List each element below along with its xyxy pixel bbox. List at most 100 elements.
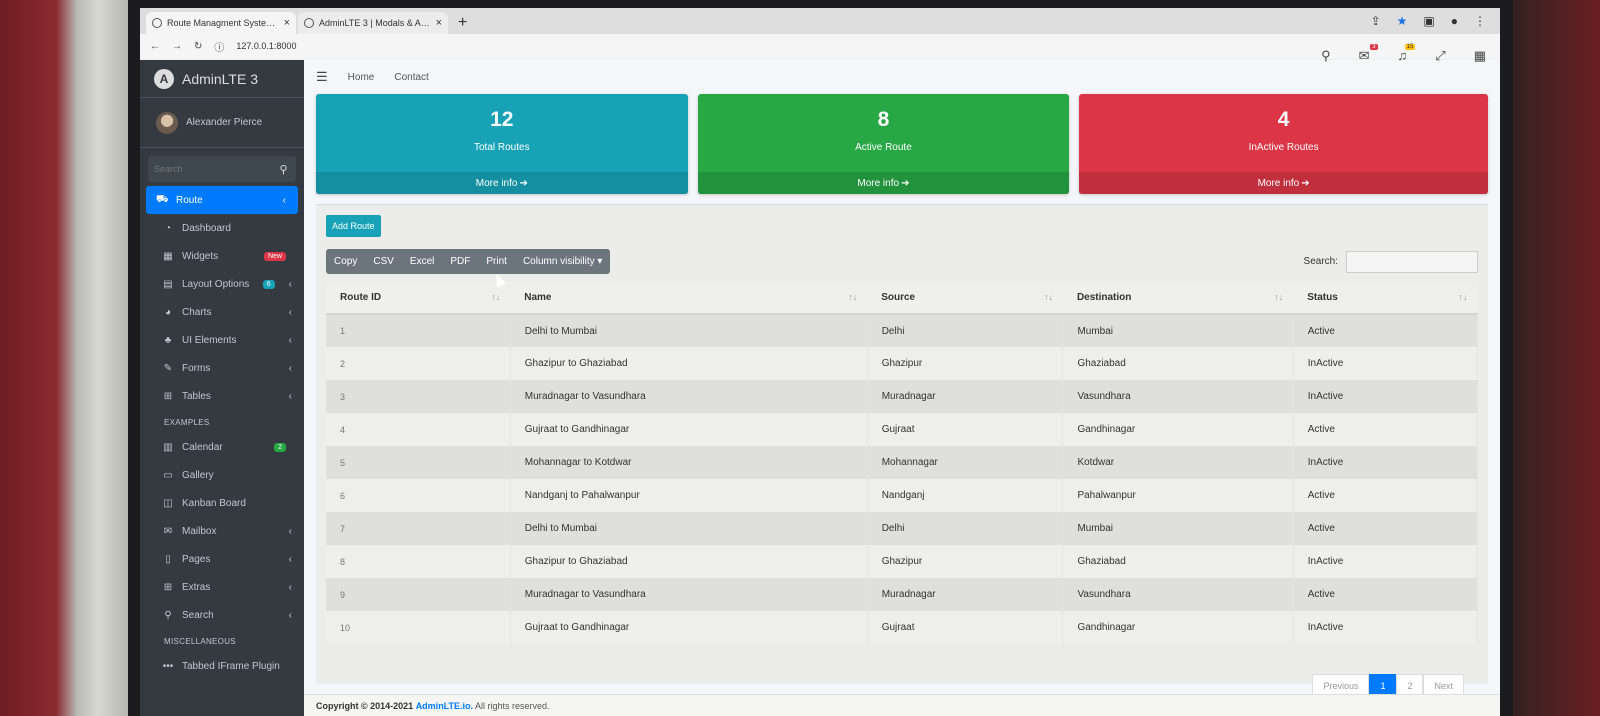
close-icon[interactable]: × — [284, 17, 290, 29]
sidebar-item-extras[interactable]: ⊞ Extras ‹ — [140, 573, 304, 601]
column-header-source[interactable]: Source ↑↓ — [867, 282, 1063, 315]
sidebar-item-widgets[interactable]: ▦ Widgets New — [140, 242, 304, 270]
chevron-left-icon: ‹ — [282, 194, 286, 206]
profile-icon[interactable]: ● — [1451, 14, 1458, 28]
image-icon: ▭ — [163, 469, 173, 481]
table-search-input[interactable] — [1346, 250, 1478, 273]
nav-link-home[interactable]: Home — [348, 72, 375, 83]
cell-destination: Ghaziabad — [1062, 347, 1294, 380]
table-row[interactable]: 1 Delhi to Mumbai Delhi Mumbai Active — [326, 314, 1479, 347]
nav-link-contact[interactable]: Contact — [394, 72, 428, 83]
cell-destination: Gandhinagar — [1062, 611, 1294, 644]
table-row[interactable]: 7 Delhi to Mumbai Delhi Mumbai Active — [326, 512, 1479, 545]
sidebar-item-ui-elements[interactable]: ♣ UI Elements ‹ — [140, 326, 304, 354]
cell-destination: Mumbai — [1062, 512, 1294, 545]
stat-value: 12 — [490, 108, 514, 131]
fullscreen-icon[interactable]: ⤢ — [1435, 48, 1445, 64]
print-button[interactable]: Print — [478, 249, 515, 274]
csv-button[interactable]: CSV — [365, 249, 402, 274]
sidebar-item-charts[interactable]: ◕ Charts ‹ — [140, 298, 304, 326]
reload-icon[interactable]: ↻ — [194, 41, 202, 52]
brand-name: AdminLTE 3 — [182, 70, 258, 87]
hamburger-menu-icon[interactable]: ☰ — [316, 69, 328, 85]
notifications-bell-icon[interactable]: ♫ 15 — [1398, 44, 1416, 64]
chevron-left-icon: ‹ — [288, 525, 292, 537]
table-row[interactable]: 2 Ghazipur to Ghaziabad Ghazipur Ghaziabad I… — [326, 347, 1479, 380]
cell-name: Nandganj to Pahalwanpur — [510, 479, 868, 512]
menu-kebab-icon[interactable]: ⋮ — [1474, 14, 1486, 28]
search-icon[interactable]: ⚲ — [271, 156, 296, 182]
footer-link[interactable]: AdminLTE.io. — [416, 701, 473, 711]
table-row[interactable]: 3 Muradnagar to Vasundhara Muradnagar Vasun… — [326, 380, 1479, 413]
pdf-button[interactable]: PDF — [442, 249, 478, 274]
sidebar-item-dashboard[interactable]: ◔ Dashboard — [140, 214, 304, 242]
column-header-status[interactable]: Status ↑↓ — [1293, 282, 1478, 315]
table-row[interactable]: 10 Gujraat to Gandhinagar Gujraat Gandhinag… — [326, 611, 1479, 644]
sidebar-item-label: Search — [182, 609, 214, 621]
footer-copyright: Copyright © 2014-2021 — [316, 701, 414, 711]
excel-button[interactable]: Excel — [402, 249, 442, 274]
sidebar-item-search[interactable]: ⚲ Search ‹ — [140, 601, 304, 629]
chevron-left-icon: ‹ — [288, 306, 292, 318]
forward-icon[interactable]: → — [172, 41, 182, 52]
more-info-link[interactable]: More info ➔ — [1079, 172, 1488, 194]
side-panel-icon[interactable]: ▣ — [1423, 14, 1434, 28]
column-header-route-id[interactable]: Route ID ↑↓ — [326, 282, 511, 315]
sort-icon: ↑↓ — [491, 292, 501, 302]
user-panel[interactable]: Alexander Pierce — [140, 98, 304, 148]
browser-tab-adminlte[interactable]: AdminLTE 3 | Modals & Alerts × — [298, 12, 448, 34]
messages-icon[interactable]: ✉ 3 — [1359, 44, 1378, 64]
sidebar-item-layout-options[interactable]: ▤ Layout Options 6 ‹ — [140, 270, 304, 298]
cell-destination: Pahalwanpur — [1062, 479, 1294, 512]
book-icon: ▯ — [165, 553, 171, 565]
column-header-name[interactable]: Name ↑↓ — [510, 282, 868, 315]
cell-name: Ghazipur to Ghaziabad — [510, 347, 868, 380]
table-row[interactable]: 9 Muradnagar to Vasundhara Muradnagar Vasun… — [326, 578, 1479, 611]
sidebar-item-forms[interactable]: ✎ Forms ‹ — [140, 354, 304, 382]
copy-button[interactable]: Copy — [326, 249, 365, 274]
browser-tab-route[interactable]: Route Managment System | Das × — [146, 12, 296, 34]
brand[interactable]: A AdminLTE 3 — [140, 60, 304, 98]
cell-status: InActive — [1293, 611, 1479, 644]
bookmark-star-icon[interactable]: ★ — [1397, 14, 1408, 28]
table-row[interactable]: 4 Gujraat to Gandhinagar Gujraat Gandhinaga… — [326, 413, 1479, 446]
column-header-destination[interactable]: Destination ↑↓ — [1062, 282, 1294, 315]
column-label: Destination — [1076, 292, 1132, 303]
sidebar-item-tabbed-iframe[interactable]: ••• Tabbed IFrame Plugin — [140, 652, 304, 680]
sidebar-item-pages[interactable]: ▯ Pages ‹ — [140, 545, 304, 573]
stat-label: Active Route — [855, 142, 912, 153]
footer: Copyright © 2014-2021 AdminLTE.io. All r… — [304, 694, 1500, 716]
avatar — [156, 111, 178, 134]
table-row[interactable]: 8 Ghazipur to Ghaziabad Ghazipur Ghaziabad I… — [326, 545, 1479, 578]
footer-rights: All rights reserved. — [475, 701, 550, 711]
background-left-wall — [0, 0, 140, 716]
table-row[interactable]: 5 Mohannagar to Kotdwar Mohannagar Kotdwar I… — [326, 446, 1479, 479]
sidebar-item-mailbox[interactable]: ✉ Mailbox ‹ — [140, 517, 304, 545]
more-info-link[interactable]: More info ➔ — [697, 172, 1070, 194]
sidebar-item-gallery[interactable]: ▭ Gallery — [140, 461, 304, 489]
sidebar-item-label: Layout Options — [182, 278, 250, 290]
sidebar-item-calendar[interactable]: ▥ Calendar 2 — [140, 433, 304, 461]
sidebar-item-kanban[interactable]: ◫ Kanban Board — [140, 489, 304, 517]
more-info-link[interactable]: More info ➔ — [316, 172, 688, 194]
cell-destination: Mumbai — [1062, 314, 1294, 347]
sidebar-search-input[interactable] — [148, 156, 271, 182]
navbar-search-icon[interactable]: ⚲ — [1321, 48, 1331, 64]
cell-route-id: 8 — [326, 545, 511, 578]
url-field[interactable]: 127.0.0.1:8000 — [236, 41, 296, 51]
stat-value: 8 — [877, 108, 890, 131]
new-tab-button[interactable]: + — [450, 14, 475, 34]
table-header-row: Route ID ↑↓ Name ↑↓ Source ↑↓ Destination ↑↓… — [326, 282, 1478, 315]
add-route-button[interactable]: Add Route — [326, 215, 381, 237]
close-icon[interactable]: × — [436, 17, 442, 29]
table-row[interactable]: 6 Nandganj to Pahalwanpur Nandganj Pahalwan… — [326, 479, 1479, 512]
sidebar-item-label: Widgets — [182, 250, 219, 262]
share-icon[interactable]: ⇪ — [1371, 14, 1381, 28]
cell-name: Ghazipur to Ghaziabad — [510, 545, 868, 578]
apps-grid-icon[interactable]: ▦ — [1474, 48, 1486, 64]
sort-icon: ↑↓ — [1274, 292, 1284, 302]
back-icon[interactable]: ← — [150, 41, 160, 52]
column-visibility-button[interactable]: Column visibility ▾ — [515, 249, 610, 274]
sidebar-item-route[interactable]: ⛟ Route ‹ — [146, 186, 298, 214]
sidebar-item-tables[interactable]: ⊞ Tables ‹ — [140, 382, 304, 410]
